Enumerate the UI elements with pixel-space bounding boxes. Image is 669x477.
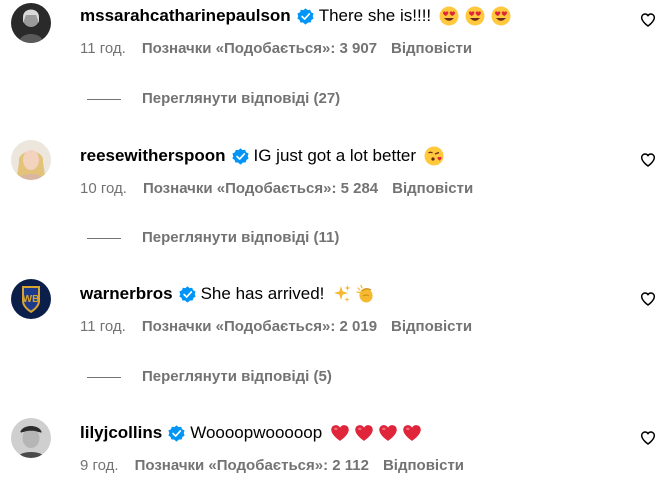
comment-time[interactable]: 10 год. [80,180,127,197]
verified-badge-icon [179,285,196,303]
sparkles-emoji-icon [332,284,352,304]
avatar[interactable] [11,140,51,180]
view-replies-button[interactable]: Переглянути відповіді (27) [87,89,340,109]
comment-text: She has arrived! [200,284,325,303]
reply-button[interactable]: Відповісти [392,180,473,197]
replies-divider [87,237,121,239]
red-heart-emoji-icon [378,423,398,443]
comment-time[interactable]: 11 год. [80,40,126,57]
verified-badge-icon [231,147,249,165]
heart-eyes-emoji-icon [465,6,485,26]
likes-count[interactable]: Позначки «Подобається»: 3 907 [142,40,377,57]
verified-badge-icon [168,424,185,442]
clapping-hands-emoji-icon [356,284,376,304]
view-replies-label: Переглянути відповіді (11) [142,229,340,246]
replies-divider [87,376,121,378]
red-heart-emoji-icon [330,423,350,443]
view-replies-label: Переглянути відповіді (27) [142,90,341,107]
likes-count[interactable]: Позначки «Подобається»: 2 019 [142,318,377,335]
comment-meta: 11 год. Позначки «Подобається»: 2 019 Відп… [80,317,472,337]
reply-button[interactable]: Відповісти [391,40,472,57]
reply-button[interactable]: Відповісти [383,457,464,474]
comment-text: Wooooрwoooooр [190,423,323,442]
replies-divider [87,98,121,100]
comment-meta: 10 год. Позначки «Подобається»: 5 284 Відп… [80,179,473,199]
like-heart-icon[interactable] [640,152,656,168]
comment-text: IG just got a lot better [253,146,417,165]
comment-header: lilyjcollins Wooooрwoooooр [80,422,422,444]
comment-meta: 11 год. Позначки «Подобається»: 3 907 Відп… [80,39,472,59]
username[interactable]: mssarahcatharinepaulson [80,5,291,27]
comment-header: warnerbros She has arrived! [80,283,376,305]
view-replies-button[interactable]: Переглянути відповіді (5) [87,367,332,387]
comment-meta: 9 год. Позначки «Подобається»: 2 112 Відпо… [80,456,464,476]
verified-badge-icon [297,7,314,25]
heart-eyes-emoji-icon [491,6,511,26]
comment-time[interactable]: 11 год. [80,318,126,335]
comment-header: mssarahcatharinepaulson There she is!!!! [80,5,511,27]
reply-button[interactable]: Відповісти [391,318,472,335]
comment-time[interactable]: 9 год. [80,457,119,474]
avatar[interactable]: WB [11,279,51,319]
comment-text: There she is!!!! [318,6,432,25]
likes-count[interactable]: Позначки «Подобається»: 2 112 [135,457,369,474]
avatar[interactable] [11,3,51,43]
like-heart-icon[interactable] [640,430,656,446]
username[interactable]: reesewitherspoon [80,145,226,167]
svg-text:WB: WB [23,294,40,305]
red-heart-emoji-icon [402,423,422,443]
view-replies-label: Переглянути відповіді (5) [142,368,332,385]
like-heart-icon[interactable] [640,291,656,307]
red-heart-emoji-icon [354,423,374,443]
avatar[interactable] [11,418,51,458]
likes-count[interactable]: Позначки «Подобається»: 5 284 [143,180,378,197]
kissing-heart-emoji-icon [424,146,444,166]
username[interactable]: warnerbros [80,283,173,305]
comment-header: reesewitherspoon IG just got a lot bette… [80,145,444,167]
like-heart-icon[interactable] [640,12,656,28]
view-replies-button[interactable]: Переглянути відповіді (11) [87,228,339,248]
heart-eyes-emoji-icon [439,6,459,26]
username[interactable]: lilyjcollins [80,422,162,444]
